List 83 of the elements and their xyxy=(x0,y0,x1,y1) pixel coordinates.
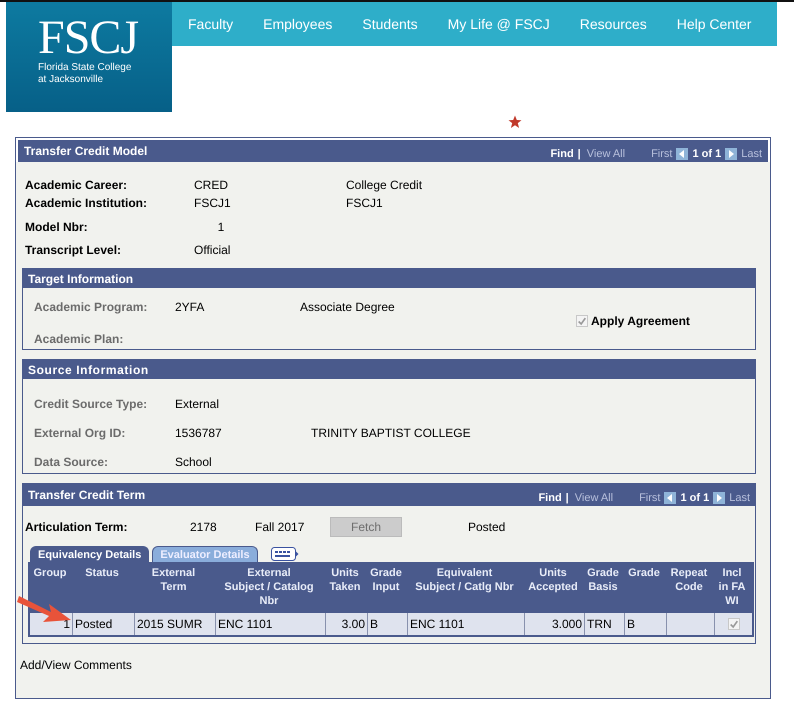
table-cell: 3.000 xyxy=(524,613,584,635)
last-link[interactable]: Last xyxy=(729,492,750,504)
logo[interactable]: FSCJ Florida State College at Jacksonville xyxy=(6,2,172,112)
table-cell: 2015 SUMR xyxy=(134,613,215,635)
field-value: 1536787 xyxy=(175,426,223,440)
section-title: Transfer Credit Model xyxy=(24,144,148,158)
table-cell: 3.00 xyxy=(325,613,367,635)
field-value: FSCJ1 xyxy=(194,196,232,210)
nav-link[interactable]: My Life @ FSCJ xyxy=(448,16,550,32)
nav-link[interactable]: Faculty xyxy=(188,16,234,32)
field-label: Transcript Level: xyxy=(25,243,122,257)
field-value: School xyxy=(175,455,213,469)
group-title: Source Information xyxy=(28,362,149,376)
field-label: Model Nbr: xyxy=(25,220,89,234)
nav-link[interactable]: Employees xyxy=(263,16,332,32)
field-value: 2YFA xyxy=(175,300,206,314)
field-value: External xyxy=(175,397,220,411)
table-cell: ENC 1101 xyxy=(215,613,325,635)
nav-link[interactable]: Students xyxy=(362,16,418,32)
column-header: Grade Basis xyxy=(587,566,619,594)
field-label: Academic Career: xyxy=(25,178,128,192)
nav-link[interactable]: Resources xyxy=(580,16,647,32)
column-header: Grade xyxy=(628,566,660,580)
logo-subtitle: at Jacksonville xyxy=(38,74,104,86)
field-description: Fall 2017 xyxy=(255,520,306,534)
column-header: Incl in FA WI xyxy=(718,566,746,608)
field-label: Academic Program: xyxy=(34,300,148,314)
find-link[interactable]: Find xyxy=(538,492,562,504)
table-cell: Posted xyxy=(72,613,134,635)
find-link[interactable]: Find xyxy=(550,148,574,160)
field-label: Data Source: xyxy=(34,455,110,469)
separator: | xyxy=(566,492,569,504)
logo-wordmark: FSCJ xyxy=(38,14,138,62)
checkbox-label: Apply Agreement xyxy=(591,314,690,328)
separator: | xyxy=(578,148,581,160)
table-cell-text: 1 xyxy=(62,616,71,633)
field-label: Academic Institution: xyxy=(25,196,148,210)
column-header: Group xyxy=(34,566,66,580)
table-cell: B xyxy=(367,613,407,635)
logo-subtitle: Florida State College xyxy=(38,62,132,74)
group-title: Transfer Credit Term xyxy=(28,488,146,502)
column-header: Units Taken xyxy=(330,566,360,594)
column-header: Status xyxy=(85,566,119,580)
field-value: Official xyxy=(194,243,232,257)
view-all-link[interactable]: View All xyxy=(574,492,614,504)
column-header: Units Accepted xyxy=(528,566,578,594)
column-header: Repeat Code xyxy=(670,566,708,594)
column-header: Equivalent Subject / Catlg Nbr xyxy=(415,566,514,594)
column-header: External Term xyxy=(152,566,196,594)
table-cell: B xyxy=(624,613,666,635)
field-label: External Org ID: xyxy=(34,426,126,440)
page-count: 1 of 1 xyxy=(680,492,710,504)
status-text: Posted xyxy=(468,520,506,534)
table-cell: ENC 1101 xyxy=(407,613,524,635)
column-header: Grade Input xyxy=(370,566,402,594)
previous-icon[interactable] xyxy=(664,492,676,504)
field-value: CRED xyxy=(194,178,230,192)
first-link[interactable]: First xyxy=(639,492,660,504)
add-view-comments-link[interactable]: Add/View Comments xyxy=(20,658,770,672)
page-count: 1 of 1 xyxy=(692,148,722,160)
last-link[interactable]: Last xyxy=(741,148,762,160)
show-all-columns-icon[interactable] xyxy=(270,547,299,561)
first-link[interactable]: First xyxy=(651,148,672,160)
field-description: Associate Degree xyxy=(300,300,395,314)
tab[interactable]: Evaluator Details xyxy=(152,546,258,562)
view-all-link[interactable]: View All xyxy=(586,148,626,160)
field-description: FSCJ1 xyxy=(346,196,383,210)
column-header: External Subject / Catalog Nbr xyxy=(224,566,314,608)
field-label: Articulation Term: xyxy=(25,520,128,534)
group-title: Target Information xyxy=(28,272,134,286)
next-icon[interactable] xyxy=(725,148,738,160)
previous-icon[interactable] xyxy=(676,148,688,160)
table-cell: TRN xyxy=(584,613,624,635)
field-value: 1 xyxy=(216,220,226,234)
field-value: 2178 xyxy=(190,520,218,534)
field-description: College Credit xyxy=(346,178,422,192)
nav-link[interactable]: Help Center xyxy=(676,16,752,32)
field-description: TRINITY BAPTIST COLLEGE xyxy=(311,426,471,440)
tab[interactable]: Equivalency Details xyxy=(30,546,150,562)
field-label: Academic Plan: xyxy=(34,332,124,346)
field-label: Credit Source Type: xyxy=(34,397,148,411)
next-icon[interactable] xyxy=(713,492,726,504)
star-icon[interactable] xyxy=(508,115,522,129)
